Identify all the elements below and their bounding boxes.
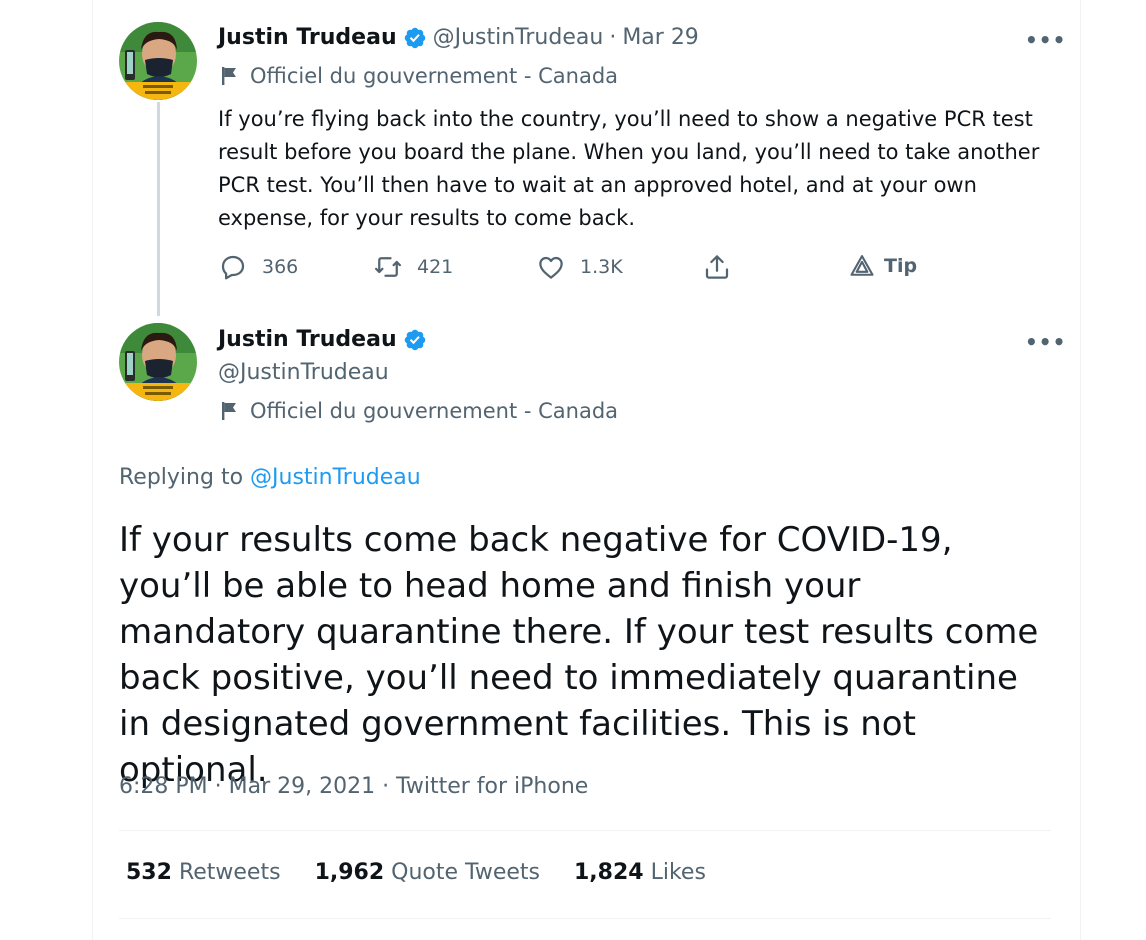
likes-stat[interactable]: 1,824 Likes <box>574 860 706 885</box>
retweet-icon <box>375 257 401 277</box>
government-label-text: Officiel du gouvernement - Canada <box>250 64 619 88</box>
separator-dot: · <box>609 25 617 50</box>
replying-to: Replying to @JustinTrudeau <box>119 465 421 490</box>
divider <box>119 918 1051 919</box>
verified-badge-icon <box>404 329 425 350</box>
avatar[interactable] <box>119 323 197 401</box>
reply-button[interactable]: 366 <box>218 252 298 282</box>
like-icon <box>539 256 563 279</box>
tweet-date[interactable]: Mar 29 <box>622 25 699 50</box>
government-flag-icon <box>222 67 236 85</box>
verified-badge-icon <box>404 27 425 48</box>
avatar[interactable] <box>119 22 197 100</box>
column-border-right <box>1080 0 1081 940</box>
stat-label: Retweets <box>178 860 281 885</box>
government-label[interactable]: Officiel du gouvernement - Canada <box>220 399 618 423</box>
stat-count: 1,962 <box>314 860 385 885</box>
tweet2-header: Justin Trudeau <box>218 327 427 352</box>
more-options-button[interactable]: ••• <box>1025 28 1066 52</box>
tweet-timestamp[interactable]: 6:28 PM · Mar 29, 2021 · Twitter for iPh… <box>119 774 588 799</box>
more-icon: ••• <box>1025 28 1067 52</box>
author-handle[interactable]: @JustinTrudeau <box>218 360 389 385</box>
tweet1-text: If you’re flying back into the country, … <box>218 107 1040 230</box>
share-button[interactable] <box>702 252 746 282</box>
engagement-stats: 532 Retweets 1,962 Quote Tweets 1,824 Li… <box>126 860 740 885</box>
tip-icon <box>850 255 874 276</box>
like-count: 1.3K <box>580 256 623 278</box>
share-icon <box>705 255 729 279</box>
tweet1-actions: 366 421 1.3K Tip <box>218 252 938 288</box>
replying-prefix: Replying to <box>119 465 244 490</box>
retweet-button[interactable]: 421 <box>373 252 453 282</box>
tip-label: Tip <box>884 255 918 277</box>
divider <box>119 830 1051 831</box>
thread-connector-line <box>157 102 160 316</box>
author-name[interactable]: Justin Trudeau <box>218 327 397 352</box>
tweet1-header: Justin Trudeau @JustinTrudeau · Mar 29 <box>218 25 699 50</box>
reply-icon <box>221 255 245 280</box>
government-flag-icon <box>222 402 236 420</box>
stat-label: Quote Tweets <box>391 860 540 885</box>
column-border-left <box>92 0 93 940</box>
stat-label: Likes <box>650 860 706 885</box>
government-label[interactable]: Officiel du gouvernement - Canada <box>220 64 618 88</box>
government-label-text: Officiel du gouvernement - Canada <box>250 399 619 423</box>
retweet-count: 421 <box>417 256 454 278</box>
avatar-image <box>119 22 197 100</box>
more-options-button[interactable]: ••• <box>1025 330 1066 354</box>
stat-count: 532 <box>126 860 172 885</box>
replying-handle-link[interactable]: @JustinTrudeau <box>250 465 421 490</box>
quote-tweets-stat[interactable]: 1,962 Quote Tweets <box>315 860 540 885</box>
tip-button[interactable]: Tip <box>848 252 917 280</box>
retweets-stat[interactable]: 532 Retweets <box>126 860 281 885</box>
reply-count: 366 <box>262 256 299 278</box>
more-icon: ••• <box>1025 330 1067 354</box>
author-handle[interactable]: @JustinTrudeau <box>433 25 604 50</box>
avatar-image <box>119 323 197 401</box>
tweet2-text: If your results come back negative for C… <box>119 520 1039 790</box>
stat-count: 1,824 <box>573 860 644 885</box>
like-button[interactable]: 1.3K <box>536 252 623 282</box>
author-name[interactable]: Justin Trudeau <box>218 25 397 50</box>
